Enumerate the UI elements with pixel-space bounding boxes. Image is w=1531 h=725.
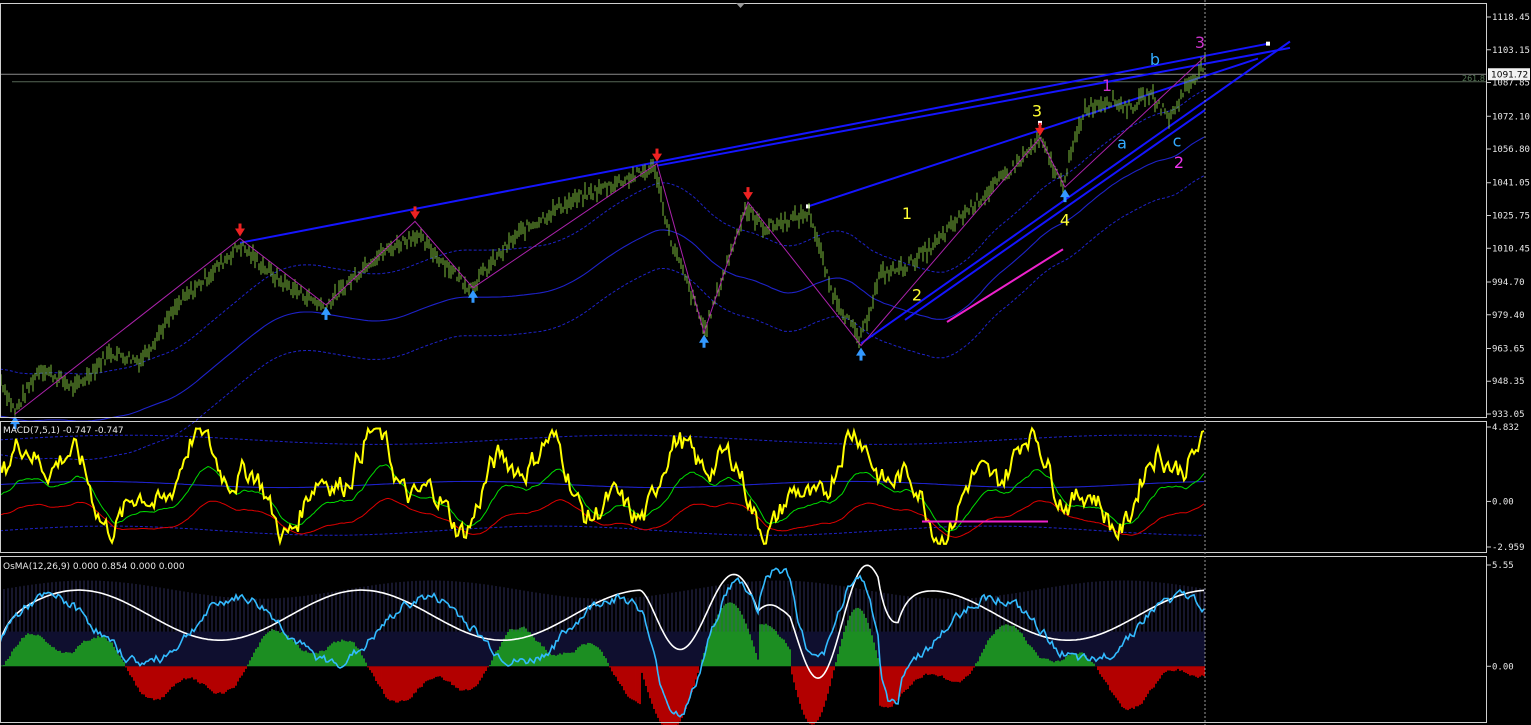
fib-level-label: 261.8 bbox=[1462, 74, 1485, 83]
arrow-down-icon bbox=[410, 211, 420, 220]
fractal-arrows bbox=[10, 122, 1070, 430]
price-tick-label: 1072.10 bbox=[1492, 112, 1530, 122]
price-tick-label: 1010.45 bbox=[1492, 244, 1530, 254]
osma-tick-label: 5.55 bbox=[1492, 561, 1514, 571]
macd-tick-label: 4.832 bbox=[1492, 423, 1519, 433]
arrow-down-stem bbox=[655, 148, 659, 155]
panel-frames bbox=[0, 0, 1487, 725]
price-panel[interactable]: 261.8 1 2 3 4 1 2 3 a b c bbox=[0, 33, 1487, 461]
macd-band-lower bbox=[0, 525, 1204, 536]
moving-average-slow bbox=[0, 136, 1205, 422]
arrow-up-stem bbox=[1063, 196, 1067, 203]
panel-frame-0 bbox=[0, 3, 1487, 418]
macd-tick-label: -2.959 bbox=[1492, 543, 1525, 553]
osma-label: OsMA(12,26,9) 0.000 0.854 0.000 0.000 bbox=[3, 562, 185, 572]
arrow-up-icon bbox=[1060, 189, 1070, 198]
macd-band-middle bbox=[0, 480, 1204, 489]
current-price-label: 1091.72 bbox=[1491, 71, 1528, 81]
macd-label: MACD(7,5,1) -0.747 -0.747 bbox=[3, 426, 124, 436]
wave-label: c bbox=[1173, 131, 1182, 150]
arrow-up-stem bbox=[702, 341, 706, 348]
wave-label: b bbox=[1150, 50, 1160, 69]
trading-chart[interactable]: 261.8 1 2 3 4 1 2 3 a b c MACD(7,5,1) -0.747 -0.7… bbox=[0, 0, 1531, 725]
arrow-up-icon bbox=[856, 347, 866, 356]
arrow-up-stem bbox=[859, 354, 863, 361]
price-axis: 1118.451103.151087.851072.101056.801041.… bbox=[1487, 13, 1530, 672]
scroll-marker bbox=[736, 3, 745, 8]
macd-tick-label: 0.00 bbox=[1492, 497, 1514, 507]
arrow-down-stem bbox=[238, 223, 242, 230]
arrow-down-stem bbox=[746, 187, 750, 194]
wave-label: 1 bbox=[1102, 76, 1112, 95]
wave-label: 2 bbox=[912, 286, 922, 305]
trendline-4 bbox=[904, 109, 1206, 321]
price-tick-label: 1041.05 bbox=[1492, 179, 1530, 189]
arrow-up-stem bbox=[471, 296, 475, 303]
osma-panel[interactable]: OsMA(12,26,9) 0.000 0.854 0.000 0.000 bbox=[0, 562, 1205, 725]
macd-red-line bbox=[0, 497, 1205, 538]
arrow-down-icon bbox=[235, 228, 245, 237]
trendline-0 bbox=[239, 42, 1269, 244]
moving-average-band-upper bbox=[0, 89, 1205, 375]
arrow-up-stem bbox=[324, 313, 328, 320]
price-tick-label: 1056.80 bbox=[1492, 145, 1530, 155]
macd-panel[interactable]: MACD(7,5,1) -0.747 -0.747 bbox=[0, 426, 1205, 547]
magenta-parallel-line bbox=[946, 248, 1064, 323]
macd-lines bbox=[0, 426, 1205, 547]
osma-histogram bbox=[0, 580, 1205, 725]
osma-tick-label: 0.00 bbox=[1492, 662, 1514, 672]
price-tick-label: 933.05 bbox=[1492, 410, 1525, 420]
wave-label: 1 bbox=[902, 204, 912, 223]
price-tick-label: 994.70 bbox=[1492, 278, 1525, 288]
wave-label: 3 bbox=[1032, 101, 1042, 120]
arrow-down-icon bbox=[743, 192, 753, 201]
price-tick-label: 948.35 bbox=[1492, 377, 1525, 387]
trendlines[interactable] bbox=[239, 40, 1291, 345]
price-bars bbox=[0, 53, 1206, 416]
price-tick-label: 1025.75 bbox=[1492, 212, 1530, 222]
price-tick-label: 979.40 bbox=[1492, 311, 1525, 321]
wave-label: 3 bbox=[1195, 33, 1205, 52]
trendline-anchor bbox=[1266, 41, 1270, 46]
wave-label: 2 bbox=[1174, 153, 1184, 172]
price-tick-label: 1103.15 bbox=[1492, 46, 1530, 56]
trendline-3 bbox=[860, 40, 1291, 345]
arrow-down-stem bbox=[413, 206, 417, 213]
macd-band-upper bbox=[0, 434, 1205, 445]
price-tick-label: 963.65 bbox=[1492, 344, 1525, 354]
wave-label: 4 bbox=[1060, 211, 1070, 230]
arrow-down-stem bbox=[1038, 122, 1042, 129]
price-tick-label: 1118.45 bbox=[1492, 13, 1530, 23]
wave-label: a bbox=[1117, 134, 1127, 153]
